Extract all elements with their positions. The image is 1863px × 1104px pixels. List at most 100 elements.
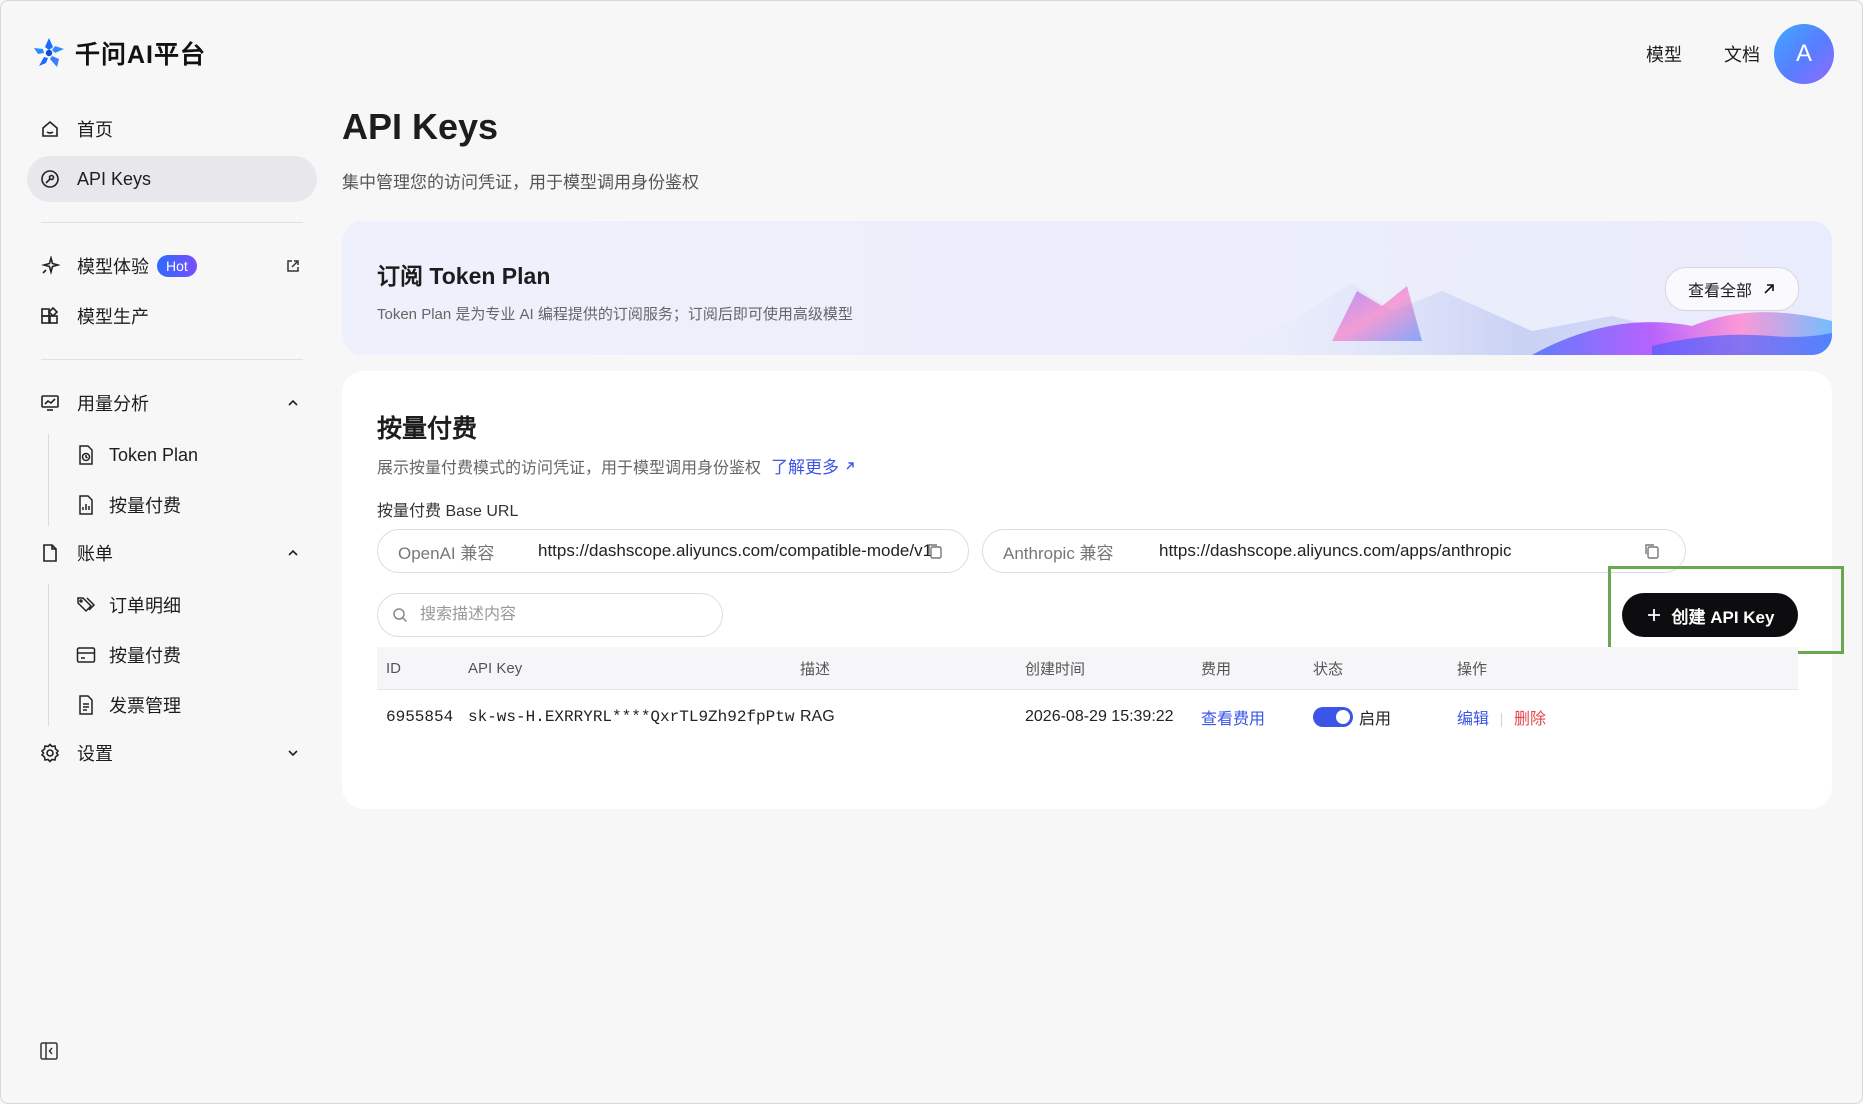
openai-url: https://dashscope.aliyuncs.com/compatibl…	[538, 541, 933, 560]
status-label: 启用	[1359, 711, 1392, 728]
openai-url-box: OpenAI 兼容 https://dashscope.aliyuncs.com…	[377, 529, 969, 573]
sidebar-item-label: 模型体验	[77, 257, 149, 277]
plus-icon	[1647, 609, 1660, 621]
sidebar-item-usage-payg[interactable]: 按量付费	[27, 480, 317, 530]
usage-submenu: Token Plan 按量付费	[27, 430, 317, 530]
sidebar-item-settings[interactable]: 设置	[27, 730, 317, 776]
sidebar-item-model-production[interactable]: 模型生产	[27, 293, 317, 339]
row-actions: 编辑 删除	[1457, 705, 1546, 729]
sidebar-item-label: 发票管理	[109, 696, 181, 716]
sidebar-item-usage[interactable]: 用量分析	[27, 380, 317, 426]
sidebar-item-label: Token Plan	[109, 444, 199, 465]
column-header-cost: 费用	[1201, 660, 1232, 678]
search-box	[377, 593, 723, 637]
sidebar-item-label: 用量分析	[77, 394, 149, 414]
table-header: ID API Key 描述 创建时间 费用 状态 操作	[377, 647, 1798, 690]
column-header-status: 状态	[1313, 660, 1344, 678]
sidebar-item-billing-payg[interactable]: 按量付费	[27, 630, 317, 680]
anthropic-url: https://dashscope.aliyuncs.com/apps/anth…	[1159, 541, 1512, 560]
key-icon	[39, 168, 61, 190]
hot-badge: Hot	[157, 255, 197, 277]
page-title: API Keys	[342, 106, 499, 147]
sidebar-item-invoices[interactable]: 发票管理	[27, 680, 317, 730]
token-plan-banner: 订阅 Token Plan Token Plan 是为专业 AI 编程提供的订阅…	[342, 221, 1832, 355]
search-icon	[393, 608, 408, 623]
row-api-key: sk-ws-H.EXRRYRL****QxrTL9Zh92fpPtw	[468, 708, 795, 726]
sidebar-item-label: 模型生产	[77, 307, 149, 327]
logo[interactable]: 千问AI平台	[31, 35, 206, 71]
sidebar-item-label: 账单	[77, 544, 113, 564]
sparkle-icon	[39, 255, 61, 277]
column-header-id: ID	[386, 659, 401, 677]
chevron-up-icon[interactable]	[283, 393, 303, 413]
delete-link[interactable]: 删除	[1514, 711, 1546, 728]
row-status: 启用	[1313, 705, 1391, 729]
create-api-key-button[interactable]: 创建 API Key	[1622, 593, 1798, 637]
top-nav: 模型 文档	[1646, 41, 1760, 67]
token-doc-icon	[75, 444, 97, 466]
sidebar-item-label: 订单明细	[109, 596, 181, 616]
main-content: API Keys 集中管理您的访问凭证，用于模型调用身份鉴权 订阅 Token …	[342, 106, 1844, 809]
nav-models-link[interactable]: 模型	[1646, 41, 1682, 67]
row-id: 6955854	[386, 708, 454, 726]
logo-text: 千问AI平台	[75, 41, 207, 69]
sidebar-item-label: API Keys	[77, 168, 152, 189]
logo-mark-icon	[34, 38, 64, 67]
learn-more-label: 了解更多	[771, 458, 840, 477]
app-window: 千问AI平台 模型 文档 A 首页 API Keys 模型体验 Hot 模型生产…	[0, 0, 1863, 1104]
avatar[interactable]: A	[1774, 24, 1834, 84]
banner-title: 订阅 Token Plan	[377, 263, 551, 289]
bill-icon	[39, 542, 61, 564]
action-separator	[1501, 712, 1503, 727]
sidebar-item-billing[interactable]: 账单	[27, 530, 317, 576]
status-toggle[interactable]	[1313, 707, 1353, 727]
invoice-icon	[75, 694, 97, 716]
copy-icon[interactable]	[926, 542, 944, 560]
anthropic-url-box: Anthropic 兼容 https://dashscope.aliyuncs.…	[982, 529, 1686, 573]
row-created: 2026-08-29 15:39:22	[1025, 708, 1174, 725]
column-header-api-key: API Key	[468, 659, 523, 677]
sidebar-item-home[interactable]: 首页	[27, 106, 317, 152]
openai-tag: OpenAI 兼容	[398, 543, 495, 563]
sidebar-divider	[41, 222, 303, 223]
anthropic-tag: Anthropic 兼容	[1003, 543, 1114, 563]
sidebar-item-label: 按量付费	[109, 496, 181, 516]
sidebar-item-orders[interactable]: 订单明细	[27, 580, 317, 630]
copy-icon[interactable]	[1643, 542, 1661, 560]
monitor-chart-icon	[39, 392, 61, 414]
column-header-actions: 操作	[1457, 660, 1488, 678]
learn-more-link[interactable]: 了解更多	[771, 453, 855, 478]
row-desc: RAG	[800, 708, 835, 725]
sidebar-item-model-experience[interactable]: 模型体验 Hot	[27, 243, 317, 289]
page-subtitle: 集中管理您的访问凭证，用于模型调用身份鉴权	[342, 173, 699, 192]
sidebar-item-token-plan[interactable]: Token Plan	[27, 430, 317, 480]
sidebar: 首页 API Keys 模型体验 Hot 模型生产 用量分析 Token Pla…	[27, 106, 317, 780]
sidebar-divider	[41, 359, 303, 360]
view-all-label: 查看全部	[1687, 283, 1752, 300]
arrow-up-right-icon	[1764, 284, 1774, 294]
column-header-desc: 描述	[800, 660, 831, 678]
tags-icon	[75, 594, 97, 616]
payg-subtitle: 展示按量付费模式的访问凭证，用于模型调用身份鉴权	[377, 459, 762, 477]
sidebar-item-label: 首页	[77, 120, 113, 140]
chart-doc-icon	[75, 494, 97, 516]
nav-docs-link[interactable]: 文档	[1724, 41, 1760, 67]
column-header-created: 创建时间	[1025, 660, 1086, 678]
base-url-label: 按量付费 Base URL	[377, 503, 519, 520]
arrow-up-right-icon	[846, 461, 854, 469]
edit-link[interactable]: 编辑	[1457, 711, 1489, 728]
search-input[interactable]	[418, 605, 702, 625]
banner-description: Token Plan 是为专业 AI 编程提供的订阅服务；订阅后即可使用高级模型	[377, 306, 853, 323]
api-keys-table: ID API Key 描述 创建时间 费用 状态 操作 6955854 sk-w…	[377, 647, 1798, 744]
view-all-button[interactable]: 查看全部	[1664, 267, 1799, 311]
chevron-up-icon[interactable]	[283, 543, 303, 563]
sidebar-item-label: 设置	[77, 744, 113, 764]
sidebar-item-api-keys[interactable]: API Keys	[27, 156, 317, 202]
payg-subtitle-row: 展示按量付费模式的访问凭证，用于模型调用身份鉴权 了解更多	[377, 453, 855, 478]
sidebar-item-label: 按量付费	[109, 646, 181, 666]
external-link-icon[interactable]	[283, 256, 303, 276]
view-cost-link[interactable]: 查看费用	[1201, 705, 1265, 729]
collapse-sidebar-icon[interactable]	[39, 1041, 59, 1061]
chevron-down-icon[interactable]	[283, 743, 303, 763]
payg-card: 按量付费 展示按量付费模式的访问凭证，用于模型调用身份鉴权 了解更多 按量付费 …	[342, 371, 1844, 809]
